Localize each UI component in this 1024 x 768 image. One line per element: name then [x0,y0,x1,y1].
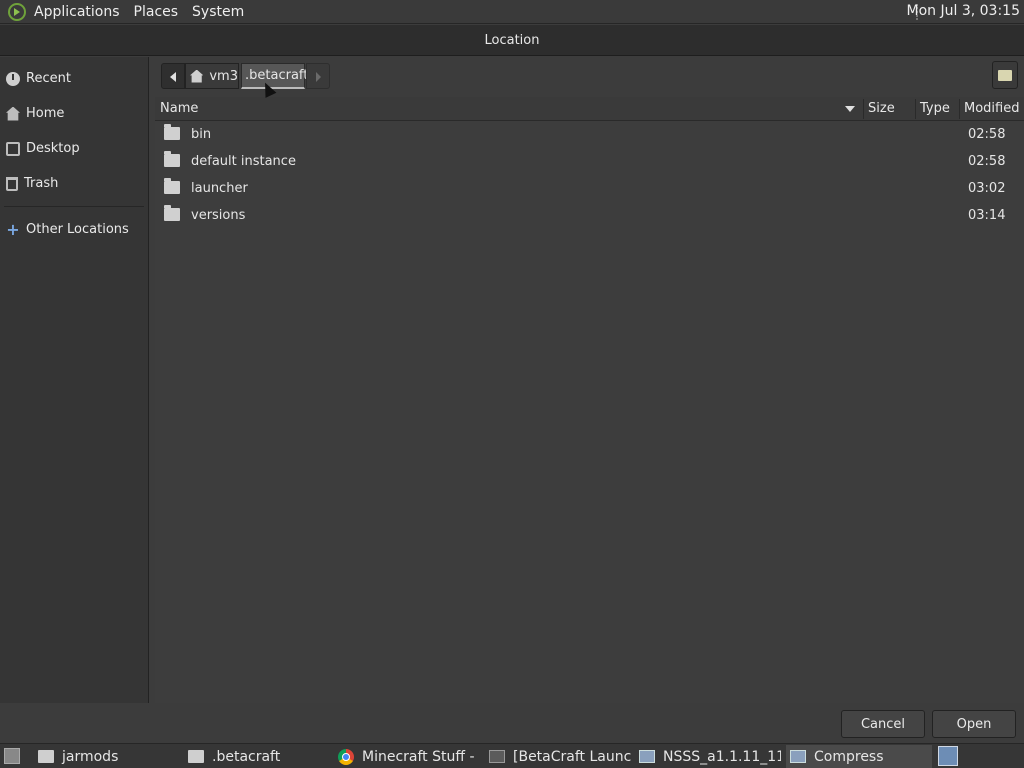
task-label: Compress [814,748,884,765]
task-betacraft-launcher[interactable]: [BetaCraft Launc… [489,745,631,768]
folder-icon [164,151,180,167]
task-label: Minecraft Stuff - … [362,748,480,765]
file-modified: 03:02 [968,181,1006,196]
column-divider [915,99,916,119]
file-name: default instance [191,154,296,169]
path-bar: vm3 .betacraft [153,57,1024,95]
folder-icon [38,750,54,763]
sidebar-item-home[interactable]: Home [0,96,148,131]
file-modified: 02:58 [968,127,1006,142]
column-name-header[interactable]: Name [160,101,198,116]
clock[interactable]: Mon Jul 3, 03:15 [907,3,1020,19]
file-row[interactable]: default instance 02:58 [155,149,1024,176]
column-size-header[interactable]: Size [868,101,895,116]
path-back-button[interactable] [161,63,185,89]
task-minecraft-stuff[interactable]: Minecraft Stuff - … [338,745,480,768]
breadcrumb-vm3[interactable]: vm3 [185,63,239,89]
taskbar: jarmods .betacraft Minecraft Stuff - … [… [0,743,1024,768]
clock-icon [6,71,20,86]
chrome-icon [338,748,354,765]
desktop-icon [6,141,20,156]
sidebar-item-label: Home [26,106,65,121]
sidebar-item-desktop[interactable]: Desktop [0,131,148,166]
home-icon [190,69,204,83]
sidebar-item-label: Trash [24,176,59,191]
package-icon [639,750,655,763]
column-divider [863,99,864,119]
dialog-title: Location [484,32,540,48]
task-label: NSSS_a1.1.11_111… [663,748,781,765]
home-icon [6,106,20,121]
file-modified: 03:14 [968,208,1006,223]
applications-menu[interactable]: Applications [34,4,120,20]
file-row[interactable]: bin 02:58 [155,122,1024,149]
sidebar-item-recent[interactable]: Recent [0,61,148,96]
sort-descending-icon [845,106,855,112]
new-folder-button[interactable] [992,61,1018,89]
path-forward-button[interactable] [306,63,330,89]
task-jarmods[interactable]: jarmods [38,745,180,768]
file-name: launcher [191,181,248,196]
file-list: Name Size Type Modified bin 02:58 defaul… [155,97,1024,703]
file-modified: 02:58 [968,154,1006,169]
breadcrumb-label: vm3 [209,68,238,84]
sidebar-item-trash[interactable]: Trash [0,166,148,201]
task-label: [BetaCraft Launc… [513,748,631,765]
plus-icon: + [6,219,20,239]
package-icon [790,750,806,763]
task-label: .betacraft [212,748,281,765]
tray-app-icon[interactable] [938,746,958,766]
column-modified-header[interactable]: Modified [964,101,1019,116]
sidebar-item-label: Recent [26,71,71,86]
top-panel: Applications Places System Mon Jul 3, 03… [0,0,1024,24]
trash-icon [6,176,18,191]
sidebar-item-label: Other Locations [26,222,129,237]
show-desktop-icon[interactable] [4,748,20,764]
sidebar-item-label: Desktop [26,141,80,156]
folder-icon [164,178,180,194]
file-row[interactable]: versions 03:14 [155,203,1024,230]
distro-logo-icon[interactable] [8,2,26,21]
task-nsss[interactable]: NSSS_a1.1.11_111… [639,745,781,768]
cancel-button[interactable]: Cancel [841,710,925,738]
file-name: bin [191,127,212,142]
places-sidebar: Recent Home Desktop Trash + Other Locati… [0,57,149,703]
dialog-titlebar: Location [0,25,1024,56]
open-button[interactable]: Open [932,710,1016,738]
task-label: jarmods [62,748,119,765]
folder-icon [164,124,180,140]
column-divider [959,99,960,119]
column-type-header[interactable]: Type [920,101,950,116]
folder-icon [164,205,180,221]
file-row[interactable]: launcher 03:02 [155,176,1024,203]
system-menu[interactable]: System [192,4,244,20]
sidebar-item-other-locations[interactable]: + Other Locations [0,212,148,247]
breadcrumb-label: .betacraft [245,68,309,83]
task-compress[interactable]: Compress [786,745,932,768]
folder-icon [188,750,204,763]
task-betacraft[interactable]: .betacraft [188,745,330,768]
dialog-button-bar: Cancel Open [0,703,1024,743]
terminal-icon [489,750,505,763]
file-name: versions [191,208,246,223]
places-menu[interactable]: Places [134,4,179,20]
column-header-row: Name Size Type Modified [155,97,1024,121]
sidebar-divider [4,206,144,207]
